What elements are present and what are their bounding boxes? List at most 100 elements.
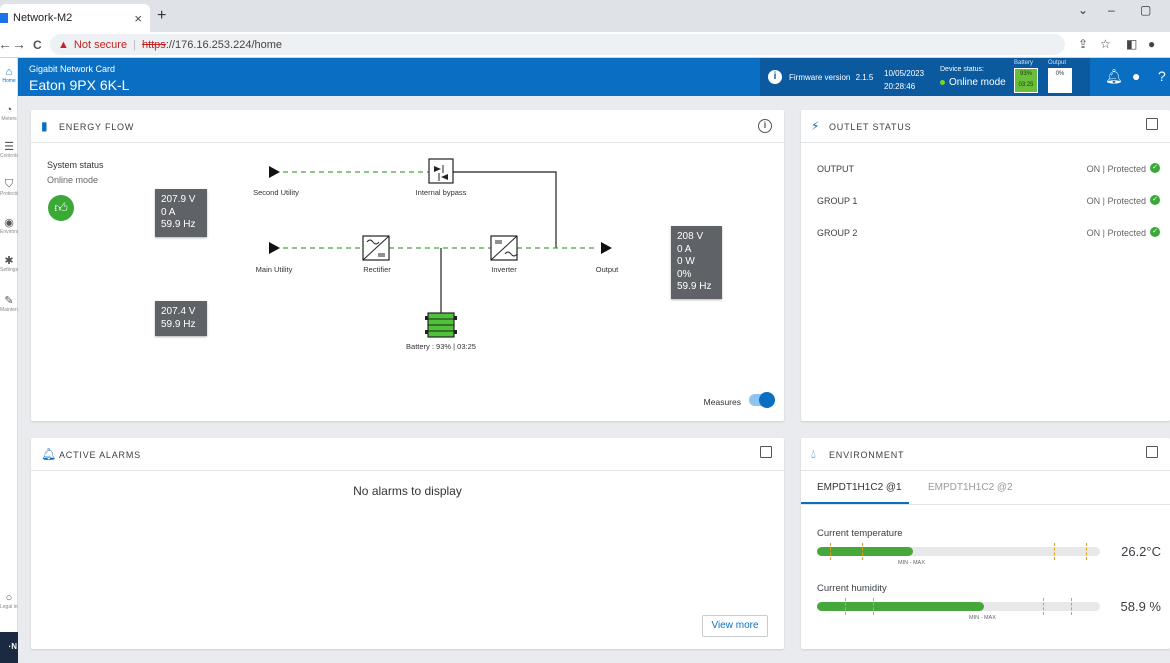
- measure-value: 0%: [677, 268, 692, 280]
- measures-toggle[interactable]: [749, 392, 775, 408]
- browser-tab[interactable]: Network-M2 ×: [0, 4, 150, 32]
- sidebar-item-controls[interactable]: ☰ Controls: [0, 140, 18, 159]
- help-icon[interactable]: ?: [1158, 68, 1166, 84]
- inverter-icon: [490, 235, 518, 261]
- outlet-name: GROUP 1: [817, 196, 858, 206]
- sidebar-item-legal-info[interactable]: ○ Legal info: [0, 592, 18, 610]
- toggle-knob: [759, 392, 775, 408]
- active-alarms-header: 🔔︎ ACTIVE ALARMS: [31, 438, 784, 471]
- bookmark-star-icon[interactable]: ☆: [1100, 37, 1111, 51]
- battery-mini-time: 03:25: [1018, 82, 1034, 88]
- sidebar-item-label: Controls: [0, 153, 18, 159]
- internal-bypass-icon: [428, 158, 454, 184]
- measure-value: 0 W: [677, 256, 695, 267]
- back-button[interactable]: ←: [0, 36, 12, 52]
- warning-icon: ▲: [58, 38, 69, 51]
- sidebar-item-label: Meters: [1, 116, 17, 122]
- water-drop-icon: 💧︎: [811, 447, 816, 461]
- tab-sensor-1[interactable]: EMPDT1H1C2 @1: [817, 482, 902, 493]
- temperature-max-tick: [1054, 543, 1055, 560]
- sidebar-item-label: Environment: [0, 229, 18, 235]
- outlet-name: OUTPUT: [817, 164, 854, 174]
- sidebar-item-meters[interactable]: ◔ Meters: [0, 104, 18, 122]
- battery-mini-percent: 93%: [1019, 71, 1032, 77]
- sidebar-item-environment[interactable]: ◉ Environment: [0, 216, 18, 235]
- info-icon[interactable]: i: [768, 70, 782, 84]
- share-icon[interactable]: ⇪: [1078, 37, 1088, 51]
- main-utility-arrow-icon: [269, 242, 280, 254]
- forward-button[interactable]: →: [12, 36, 26, 52]
- second-utility-arrow-icon: [269, 166, 280, 178]
- output-arrow-icon: [601, 242, 612, 254]
- outlet-name: GROUP 2: [817, 228, 858, 238]
- sidebar-item-maintenance[interactable]: ✎ Maintenance: [0, 294, 18, 313]
- temperature-min-max-label: MIN - MAX: [898, 560, 925, 566]
- open-external-icon[interactable]: [760, 446, 772, 458]
- firmware-version: 2.1.5: [855, 73, 874, 82]
- output-mini-label: Output: [1048, 60, 1067, 66]
- maximize-button[interactable]: ▢: [1140, 3, 1151, 17]
- output-mini-icon[interactable]: 0%: [1048, 68, 1072, 93]
- meters-icon: ◔: [5, 104, 13, 116]
- address-bar-row: ← → C ▲ Not secure | https ://176.16.253…: [0, 32, 1170, 58]
- lightning-icon: ⚡︎: [811, 119, 820, 133]
- header-subtitle: Gigabit Network Card: [29, 64, 116, 74]
- measure-value: 207.4 V: [161, 306, 196, 317]
- open-external-icon[interactable]: [1146, 118, 1158, 130]
- humidity-value: 58.9 %: [1120, 599, 1161, 614]
- tab-sensor-2[interactable]: EMPDT1H1C2 @2: [928, 482, 1013, 493]
- outlet-row[interactable]: GROUP 2 ON | Protected ✓: [817, 225, 1160, 241]
- view-more-button[interactable]: View more: [702, 615, 768, 637]
- outlet-status-header: ⚡︎ OUTLET STATUS: [801, 110, 1170, 143]
- rectifier-icon: [362, 235, 390, 261]
- measure-value: 59.9 Hz: [161, 219, 196, 230]
- temperature-max-warn-tick: [1086, 543, 1087, 560]
- measure-value: 207.9 V: [161, 194, 196, 205]
- open-external-icon[interactable]: [1146, 446, 1158, 458]
- measures-label: Measures: [703, 397, 741, 407]
- url-text: ://176.16.253.224/home: [165, 38, 283, 51]
- sidebar-item-home[interactable]: ⌂ Home: [0, 66, 18, 84]
- minimize-button[interactable]: –: [1108, 3, 1115, 17]
- sidebar-item-label: Settings: [0, 267, 18, 273]
- humidity-min-warn-tick: [845, 598, 846, 615]
- new-tab-button[interactable]: +: [157, 7, 166, 25]
- outlet-row[interactable]: GROUP 1 ON | Protected ✓: [817, 193, 1160, 209]
- eaton-logo: ·N: [0, 632, 18, 663]
- sidebar-item-protection[interactable]: ⛉ Protection: [0, 178, 18, 197]
- no-alarms-text: No alarms to display: [353, 484, 462, 498]
- device-status-label: Device status:: [940, 66, 984, 73]
- outlet-status-title: OUTLET STATUS: [829, 122, 912, 132]
- user-account-icon[interactable]: ●: [1132, 68, 1140, 84]
- inverter-label: Inverter: [491, 265, 517, 274]
- url-input[interactable]: ▲ Not secure | https ://176.16.253.224/h…: [50, 34, 1065, 55]
- measure-value: 0 A: [677, 243, 692, 255]
- internal-bypass-label: Internal bypass: [415, 188, 467, 197]
- reload-button[interactable]: C: [33, 38, 42, 52]
- favicon-icon: [0, 13, 8, 23]
- notifications-bell-icon[interactable]: 🔔︎: [1105, 68, 1123, 85]
- tab-close-icon[interactable]: ×: [134, 11, 142, 26]
- measure-value: 208 V: [677, 231, 704, 242]
- active-tab-indicator: [801, 502, 909, 504]
- sidebar-item-label: Legal info: [0, 604, 18, 610]
- side-panel-icon[interactable]: ◧: [1126, 37, 1137, 51]
- tab-title: Network-M2: [13, 12, 73, 24]
- device-name: Eaton 9PX 6K-L: [29, 77, 130, 93]
- sidebar-item-settings[interactable]: ✱ Settings: [0, 254, 18, 273]
- active-alarms-title: ACTIVE ALARMS: [59, 450, 141, 460]
- outlet-row[interactable]: OUTPUT ON | Protected ✓: [817, 161, 1160, 177]
- firmware-label: Firmware version: [789, 73, 851, 82]
- measure-value: 59.9 Hz: [677, 281, 712, 292]
- profile-icon[interactable]: ●: [1148, 37, 1155, 51]
- url-separator: |: [133, 38, 136, 51]
- battery-mini-icon[interactable]: 93% 03:25: [1014, 68, 1038, 93]
- tab-search-icon[interactable]: ⌄: [1078, 3, 1088, 17]
- temperature-min-tick: [862, 543, 863, 560]
- outlet-status-card: ⚡︎ OUTLET STATUS OUTPUT ON | Protected ✓…: [801, 110, 1170, 421]
- browser-tabbar: Network-M2 × + ⌄ – ▢: [0, 0, 1170, 32]
- security-label[interactable]: Not secure: [74, 39, 127, 51]
- device-status: Online mode: [940, 77, 1006, 88]
- temperature-bar-fill: [817, 547, 914, 556]
- temperature-bar: [817, 543, 1100, 560]
